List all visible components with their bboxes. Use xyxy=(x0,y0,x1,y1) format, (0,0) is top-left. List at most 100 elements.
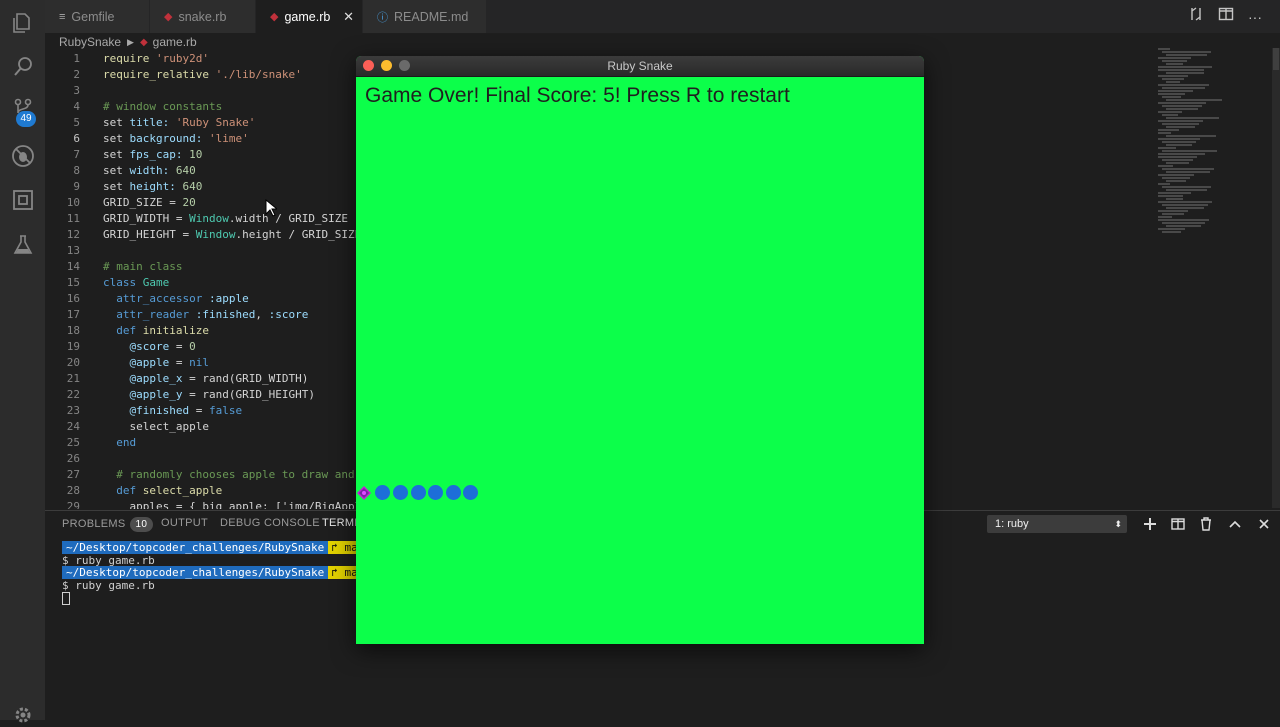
minimap-line xyxy=(1158,102,1206,104)
tab-game-rb[interactable]: ◆ game.rb ✕ xyxy=(256,0,363,33)
minimap-line xyxy=(1166,54,1207,56)
code-text: set height: 640 xyxy=(103,180,203,193)
tab-gemfile[interactable]: ≡ Gemfile xyxy=(45,0,150,33)
code-text: @score = 0 xyxy=(129,340,196,353)
minimap-line xyxy=(1158,210,1188,212)
zoom-window-button[interactable] xyxy=(399,60,410,71)
problems-count: 10 xyxy=(129,517,154,532)
minimap-line xyxy=(1158,153,1205,155)
activity-bar: 49 xyxy=(0,0,45,722)
minimap-line xyxy=(1162,159,1193,161)
minimap-line xyxy=(1162,168,1214,170)
line-number: 2 xyxy=(73,68,80,81)
minimap-line xyxy=(1158,90,1193,92)
ruby-icon: ◆ xyxy=(139,36,148,48)
line-number: 17 xyxy=(66,308,80,321)
code-text: set background: 'lime' xyxy=(103,132,249,145)
scrollbar-thumb[interactable] xyxy=(1273,48,1279,70)
line-number: 7 xyxy=(73,148,80,161)
minimap-line xyxy=(1162,177,1190,179)
minimap-line xyxy=(1158,195,1183,197)
terminal-cursor xyxy=(62,591,70,605)
minimap-line xyxy=(1158,192,1191,194)
more-actions-icon[interactable]: ··· xyxy=(1248,9,1262,25)
line-number: 13 xyxy=(66,244,80,257)
code-text: def initialize xyxy=(116,324,209,337)
minimap-line xyxy=(1158,84,1209,86)
game-window-titlebar[interactable]: Ruby Snake xyxy=(356,56,924,77)
tab-readme[interactable]: ⓘ README.md xyxy=(363,0,487,33)
split-terminal-icon[interactable] xyxy=(1167,513,1189,535)
minimap-line xyxy=(1162,51,1211,53)
close-panel-icon[interactable] xyxy=(1253,513,1275,535)
line-number: 21 xyxy=(66,372,80,385)
close-window-button[interactable] xyxy=(363,60,374,71)
code-text: end xyxy=(116,436,137,449)
terminal-command: $ ruby game.rb xyxy=(62,579,155,592)
line-number: 9 xyxy=(73,180,80,193)
minimize-window-button[interactable] xyxy=(381,60,392,71)
tab-snake-rb[interactable]: ◆ snake.rb xyxy=(150,0,256,33)
explorer-icon[interactable] xyxy=(10,10,35,35)
code-text: set title: 'Ruby Snake' xyxy=(103,116,256,129)
game-window[interactable]: Ruby Snake Game Over! Final Score: 5! Pr… xyxy=(356,56,924,644)
terminal-select-value: 1: ruby xyxy=(995,518,1029,530)
settings-gear-icon[interactable] xyxy=(10,702,35,727)
test-flask-icon[interactable] xyxy=(10,232,35,257)
minimap-line xyxy=(1158,129,1179,131)
tab-output[interactable]: OUTPUT xyxy=(161,517,208,529)
terminal-select[interactable]: 1: ruby ⬍ xyxy=(987,515,1127,533)
line-number: 1 xyxy=(73,52,80,65)
minimap-line xyxy=(1162,186,1211,188)
minimap-line xyxy=(1162,231,1181,233)
ruby-icon: ◆ xyxy=(270,11,279,23)
minimap-line xyxy=(1158,228,1185,230)
tab-label: snake.rb xyxy=(178,9,227,24)
new-terminal-icon[interactable] xyxy=(1139,513,1161,535)
minimap-line xyxy=(1162,78,1184,80)
line-number: 20 xyxy=(66,356,80,369)
minimap[interactable] xyxy=(1158,48,1268,248)
breadcrumb-file[interactable]: game.rb xyxy=(153,35,197,49)
minimap-line xyxy=(1158,138,1200,140)
line-number: 14 xyxy=(66,260,80,273)
line-number: 10 xyxy=(66,196,80,209)
compare-changes-icon[interactable] xyxy=(1188,6,1204,27)
minimap-line xyxy=(1162,213,1184,215)
code-text: set fps_cap: 10 xyxy=(103,148,203,161)
minimap-line xyxy=(1166,72,1204,74)
close-icon[interactable]: ✕ xyxy=(343,9,354,25)
minimap-line xyxy=(1158,120,1203,122)
code-text: require_relative './lib/snake' xyxy=(103,68,302,81)
terminal-input[interactable] xyxy=(62,591,70,605)
minimap-line xyxy=(1162,222,1205,224)
tab-label: game.rb xyxy=(284,9,331,24)
maximize-panel-icon[interactable] xyxy=(1224,513,1246,535)
debug-icon[interactable] xyxy=(10,143,35,168)
minimap-line xyxy=(1158,111,1182,113)
terminal-prompt: ~/Desktop/topcoder_challenges/RubySnake ↱… xyxy=(62,566,361,579)
trash-icon[interactable] xyxy=(1195,513,1217,535)
minimap-line xyxy=(1166,126,1195,128)
snake-segment xyxy=(446,485,461,500)
line-number: 4 xyxy=(73,100,80,113)
code-text: @apple_y = rand(GRID_HEIGHT) xyxy=(129,388,315,401)
line-number: 8 xyxy=(73,164,80,177)
terminal-prompt: ~/Desktop/topcoder_challenges/RubySnake ↱… xyxy=(62,541,361,554)
breadcrumb: RubySnake ▶ ◆ game.rb xyxy=(45,33,197,51)
snake-segment xyxy=(375,485,390,500)
minimap-line xyxy=(1158,216,1172,218)
tab-problems[interactable]: PROBLEMS 10 xyxy=(62,517,154,532)
tab-debug-console[interactable]: DEBUG CONSOLE xyxy=(220,517,320,529)
game-over-message: Game Over! Final Score: 5! Press R to re… xyxy=(365,84,790,107)
search-icon[interactable] xyxy=(10,54,35,79)
line-number: 22 xyxy=(66,388,80,401)
extensions-icon[interactable] xyxy=(10,187,35,212)
snake-segment xyxy=(428,485,443,500)
editor-scrollbar[interactable] xyxy=(1272,48,1280,508)
split-editor-icon[interactable] xyxy=(1218,6,1234,27)
minimap-line xyxy=(1158,69,1204,71)
breadcrumb-folder[interactable]: RubySnake xyxy=(59,35,121,49)
code-text: set width: 640 xyxy=(103,164,196,177)
minimap-line xyxy=(1158,75,1188,77)
